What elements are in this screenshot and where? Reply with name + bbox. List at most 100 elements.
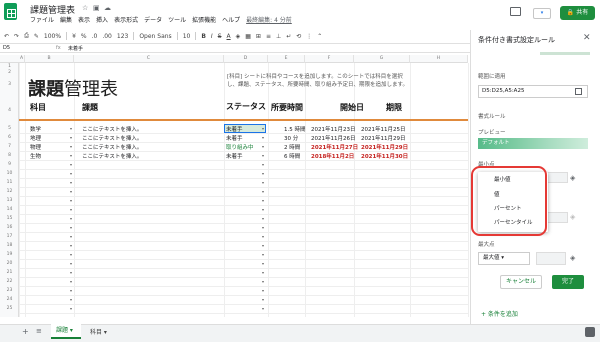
row-header[interactable]: 1	[0, 64, 19, 69]
cloud-status-icon[interactable]: ☁	[104, 4, 111, 12]
close-icon[interactable]: ✕	[583, 33, 591, 43]
row-header[interactable]: 7	[0, 144, 19, 149]
max-point-select[interactable]: 最大値 ▾	[478, 252, 530, 265]
chevron-down-icon[interactable]: ▾	[70, 297, 72, 302]
cell-due[interactable]: 2021年11月29日	[361, 143, 408, 151]
valign-icon[interactable]: ⊥	[276, 33, 281, 40]
chevron-down-icon[interactable]: ▾	[262, 225, 264, 230]
menu-extensions[interactable]: 拡張機能	[192, 15, 216, 24]
align-icon[interactable]: ≡	[266, 33, 271, 40]
chevron-down-icon[interactable]: ▾	[70, 261, 72, 266]
fill-color-icon[interactable]: ◈	[236, 33, 241, 40]
chevron-down-icon[interactable]: ▾	[70, 126, 72, 131]
italic-button[interactable]: I	[211, 33, 213, 40]
row-header[interactable]: 4	[0, 108, 19, 113]
tab-assignments[interactable]: 課題 ▾	[51, 324, 81, 339]
row-header[interactable]: 10	[0, 171, 19, 176]
range-input[interactable]: D5:D25,A5:A25	[478, 85, 588, 98]
chevron-down-icon[interactable]: ▾	[262, 288, 264, 293]
chevron-down-icon[interactable]: ▾	[262, 180, 264, 185]
row-header[interactable]: 15	[0, 216, 19, 221]
more-icon[interactable]: ⋮	[306, 33, 312, 40]
fill-color-icon[interactable]: ◈	[570, 254, 575, 262]
menu-view[interactable]: 表示	[78, 15, 90, 24]
row-header[interactable]: 2	[0, 70, 19, 75]
bold-button[interactable]: B	[201, 33, 206, 40]
cell-subject[interactable]: 数学	[30, 125, 41, 133]
row-header[interactable]: 19	[0, 252, 19, 257]
print-icon[interactable]: ⎙	[24, 32, 29, 40]
cell-start[interactable]: 2021年11月27日	[311, 143, 358, 151]
cell-time[interactable]: 1.5 時間	[284, 125, 306, 133]
cell-status[interactable]: 未着手	[226, 125, 243, 133]
column-header-c[interactable]: C	[74, 55, 224, 63]
chevron-down-icon[interactable]: ▾	[262, 270, 264, 275]
row-header[interactable]: 24	[0, 297, 19, 302]
chevron-down-icon[interactable]: ▾	[262, 126, 264, 131]
cell-status[interactable]: 取り組み中	[226, 143, 254, 151]
undo-icon[interactable]: ↶	[4, 33, 9, 40]
menu-format[interactable]: 表示形式	[114, 15, 138, 24]
chevron-down-icon[interactable]: ▾	[70, 135, 72, 140]
chevron-down-icon[interactable]: ▾	[262, 144, 264, 149]
move-folder-icon[interactable]: ▣	[93, 4, 100, 12]
row-header[interactable]: 14	[0, 207, 19, 212]
row-header[interactable]: 12	[0, 189, 19, 194]
row-header[interactable]: 8	[0, 153, 19, 158]
chevron-down-icon[interactable]: ▾	[262, 234, 264, 239]
row-header[interactable]: 22	[0, 279, 19, 284]
column-header-d[interactable]: D	[224, 55, 268, 63]
select-range-icon[interactable]	[575, 88, 582, 95]
share-button[interactable]: 🔒 共有	[560, 6, 595, 20]
chevron-down-icon[interactable]: ▾	[262, 297, 264, 302]
column-header-g[interactable]: G	[354, 55, 410, 63]
row-header[interactable]: 5	[0, 126, 19, 131]
chevron-down-icon[interactable]: ▾	[262, 189, 264, 194]
chevron-down-icon[interactable]: ▾	[70, 243, 72, 248]
explore-icon[interactable]	[585, 327, 595, 337]
cell-status[interactable]: 未着手	[226, 134, 243, 142]
chevron-down-icon[interactable]: ▾	[70, 216, 72, 221]
cell-start[interactable]: 2021年11月23日	[311, 125, 356, 133]
fill-color-icon[interactable]: ◈	[570, 213, 575, 221]
chevron-down-icon[interactable]: ▾	[262, 279, 264, 284]
cell-time[interactable]: 30 分	[284, 134, 298, 142]
chevron-down-icon[interactable]: ▾	[262, 261, 264, 266]
row-header[interactable]: 20	[0, 261, 19, 266]
last-edit-link[interactable]: 最終編集: 4 分前	[246, 15, 292, 24]
row-header[interactable]: 9	[0, 162, 19, 167]
row-header[interactable]: 16	[0, 225, 19, 230]
row-header[interactable]: 25	[0, 306, 19, 311]
all-sheets-icon[interactable]: ≡	[36, 327, 42, 335]
redo-icon[interactable]: ↷	[14, 33, 19, 40]
row-header[interactable]: 21	[0, 270, 19, 275]
menu-tools[interactable]: ツール	[168, 15, 186, 24]
mid-value-input[interactable]	[546, 212, 568, 223]
menu-help[interactable]: ヘルプ	[222, 15, 240, 24]
font-select[interactable]: Open Sans	[139, 33, 171, 40]
cell-task[interactable]: ここにテキストを挿入。	[82, 152, 142, 160]
fill-color-icon[interactable]: ◈	[570, 174, 575, 182]
chevron-down-icon[interactable]: ▾	[70, 288, 72, 293]
column-header-h[interactable]: H	[410, 55, 468, 63]
cell-start[interactable]: 2021年11月26日	[311, 134, 356, 142]
menu-file[interactable]: ファイル	[30, 15, 54, 24]
add-rule-link[interactable]: + 条件を追加	[481, 309, 518, 318]
min-value-input[interactable]	[546, 172, 568, 183]
chevron-down-icon[interactable]: ▾	[262, 252, 264, 257]
chevron-down-icon[interactable]: ▾	[262, 207, 264, 212]
chevron-down-icon[interactable]: ▾	[262, 153, 264, 158]
collapse-icon[interactable]: ⌃	[317, 33, 322, 40]
star-icon[interactable]: ☆	[82, 4, 88, 12]
chevron-down-icon[interactable]: ▾	[70, 225, 72, 230]
chevron-down-icon[interactable]: ▾	[70, 171, 72, 176]
cell-subject[interactable]: 生物	[30, 152, 41, 160]
chevron-down-icon[interactable]: ▾	[262, 198, 264, 203]
chevron-down-icon[interactable]: ▾	[70, 189, 72, 194]
chevron-down-icon[interactable]: ▾	[70, 234, 72, 239]
chevron-down-icon[interactable]: ▾	[70, 279, 72, 284]
chevron-down-icon[interactable]: ▾	[70, 252, 72, 257]
column-header-f[interactable]: F	[305, 55, 354, 63]
percent-format-button[interactable]: %	[81, 33, 87, 40]
cell-subject[interactable]: 物理	[30, 143, 41, 151]
